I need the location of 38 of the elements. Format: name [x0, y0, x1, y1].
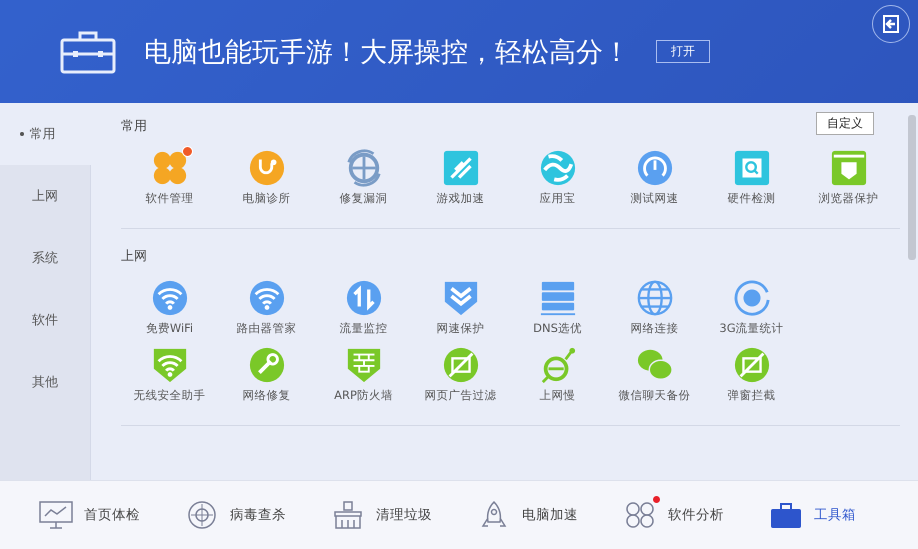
sidebar-item[interactable]: 其他 [0, 351, 90, 413]
sidebar-item[interactable]: 上网 [0, 165, 90, 227]
tool-item[interactable]: 测试网速 [606, 149, 703, 206]
customize-button[interactable]: 自定义 [816, 112, 874, 135]
tool-item[interactable]: 弹窗拦截 [703, 346, 800, 403]
section-title: 上网 [121, 248, 147, 265]
sidebar-item[interactable]: 系统 [0, 227, 90, 289]
tool-item[interactable]: 浏览器保护 [800, 149, 897, 206]
tool-item[interactable]: 3G流量统计 [703, 279, 800, 336]
sidebar-item[interactable]: 常用 [0, 103, 91, 165]
tool-item[interactable]: 微信聊天备份 [606, 346, 703, 403]
tool-item[interactable]: 网络连接 [606, 279, 703, 336]
tool-item[interactable]: 免费WiFi [121, 279, 218, 336]
tool-item[interactable]: 应用宝 [509, 149, 606, 206]
nav-item[interactable]: 电脑加速 [476, 500, 622, 530]
tool-item[interactable]: 无线安全助手 [121, 346, 218, 403]
tool-item[interactable]: 网络修复 [218, 346, 315, 403]
tool-item[interactable]: 软件管理 [121, 149, 218, 206]
nav-item[interactable]: 软件分析 [622, 500, 768, 530]
tool-item[interactable]: 修复漏洞 [315, 149, 412, 206]
tool-item[interactable]: 游戏加速 [412, 149, 509, 206]
nav-item[interactable]: 工具箱 [768, 500, 914, 530]
tool-item[interactable]: 流量监控 [315, 279, 412, 336]
tool-item[interactable]: 电脑诊所 [218, 149, 315, 206]
sidebar-item[interactable]: 软件 [0, 289, 90, 351]
tool-item[interactable]: 硬件检测 [703, 149, 800, 206]
section-title: 常用 [121, 118, 147, 135]
nav-item[interactable]: 病毒查杀 [184, 500, 330, 530]
tool-item[interactable]: 路由器管家 [218, 279, 315, 336]
tool-item[interactable]: DNS选优 [509, 279, 606, 336]
tool-item[interactable]: 网页广告过滤 [412, 346, 509, 403]
tool-item[interactable]: 上网慢 [509, 346, 606, 403]
tool-item[interactable]: 网速保护 [412, 279, 509, 336]
tool-item[interactable]: ARP防火墙 [315, 346, 412, 403]
open-button[interactable]: 打开 [656, 40, 710, 63]
banner-headline: 电脑也能玩手游！大屏操控，轻松高分！ [144, 36, 630, 70]
nav-item[interactable]: 首页体检 [38, 500, 184, 530]
nav-item[interactable]: 清理垃圾 [330, 500, 476, 530]
